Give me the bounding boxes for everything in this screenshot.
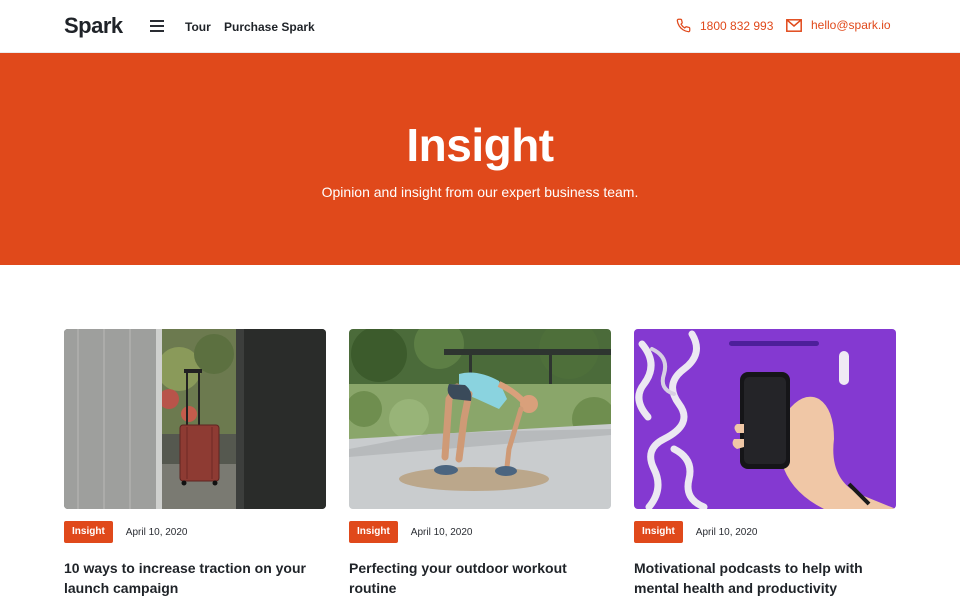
category-badge[interactable]: Insight <box>349 521 398 543</box>
post-date: April 10, 2020 <box>125 526 188 538</box>
post-date: April 10, 2020 <box>410 526 473 538</box>
phone-link[interactable]: 1800 832 993 <box>676 18 773 33</box>
nav-purchase-link[interactable]: Purchase Spark <box>224 20 315 34</box>
post-date: April 10, 2020 <box>695 526 758 538</box>
mail-icon <box>786 18 802 32</box>
site-header: Spark Tour Purchase Spark 1800 832 993 h… <box>0 0 960 53</box>
post-card[interactable]: Insight April 10, 2020 Motivational podc… <box>634 329 896 598</box>
post-meta: Insight April 10, 2020 <box>64 521 326 543</box>
nav-tour-link[interactable]: Tour <box>185 20 211 34</box>
post-meta: Insight April 10, 2020 <box>634 521 896 543</box>
hero-banner: Insight Opinion and insight from our exp… <box>0 53 960 265</box>
suitcase-photo[interactable] <box>64 329 326 509</box>
phone-number: 1800 832 993 <box>700 18 774 33</box>
post-title[interactable]: Perfecting your outdoor workout routine <box>349 558 611 598</box>
category-badge[interactable]: Insight <box>64 521 113 543</box>
email-link[interactable]: hello@spark.io <box>786 18 891 32</box>
category-badge[interactable]: Insight <box>634 521 683 543</box>
phone-icon <box>676 18 691 33</box>
phone-purple-photo[interactable] <box>634 329 896 509</box>
page-subtitle: Opinion and insight from our expert busi… <box>321 184 639 200</box>
post-card[interactable]: Insight April 10, 2020 Perfecting your o… <box>349 329 611 598</box>
page-title: Insight <box>406 119 554 171</box>
email-address: hello@spark.io <box>811 18 891 32</box>
logo[interactable]: Spark <box>64 13 123 39</box>
workout-photo[interactable] <box>349 329 611 509</box>
post-title[interactable]: Motivational podcasts to help with menta… <box>634 558 896 598</box>
post-title[interactable]: 10 ways to increase traction on your lau… <box>64 558 326 598</box>
post-meta: Insight April 10, 2020 <box>349 521 611 543</box>
hamburger-menu-icon[interactable] <box>150 20 164 32</box>
post-card[interactable]: Insight April 10, 2020 10 ways to increa… <box>64 329 326 598</box>
